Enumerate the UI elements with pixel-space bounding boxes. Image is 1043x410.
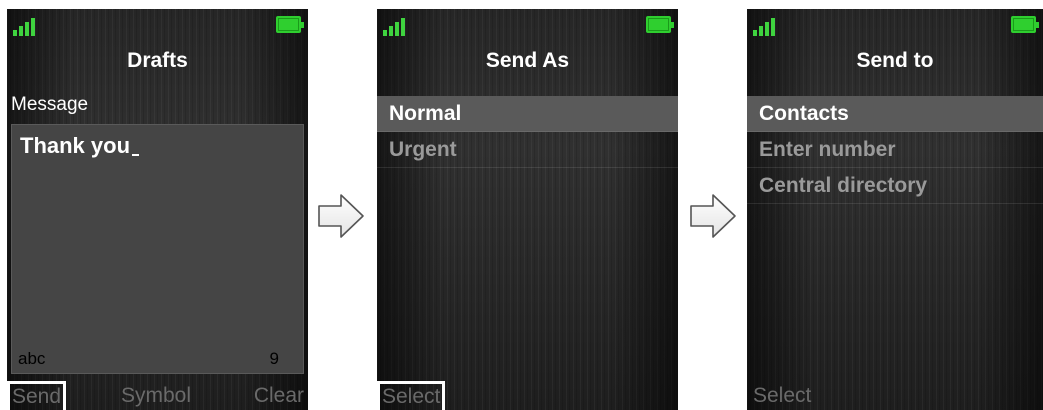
message-text: Thank you: [20, 133, 140, 159]
battery-icon: [646, 16, 674, 33]
right-arrow-icon: [318, 194, 364, 238]
select-softkey[interactable]: Select: [753, 384, 811, 408]
drafts-screen: Drafts Message Thank you abc 9 Send Symb…: [7, 9, 308, 410]
battery-icon: [1011, 16, 1039, 33]
send-as-menu: Normal Urgent: [377, 96, 678, 168]
screen-title: Drafts: [127, 49, 188, 72]
signal-strength-icon: [383, 18, 413, 36]
send-softkey[interactable]: Send: [7, 381, 67, 410]
input-mode-indicator: abc: [18, 349, 46, 368]
signal-strength-icon: [753, 18, 783, 36]
message-label: Message: [11, 94, 89, 115]
symbol-softkey[interactable]: Symbol: [121, 384, 191, 408]
menu-item-normal[interactable]: Normal: [377, 96, 678, 132]
clear-softkey[interactable]: Clear: [254, 384, 304, 408]
character-count: 9: [269, 349, 279, 368]
signal-strength-icon: [13, 18, 43, 36]
send-as-screen: Send As Normal Urgent Select: [377, 9, 678, 410]
send-to-screen: Send to Contacts Enter number Central di…: [747, 9, 1043, 410]
menu-item-enter-number[interactable]: Enter number: [747, 132, 1043, 168]
menu-item-urgent[interactable]: Urgent: [377, 132, 678, 168]
menu-item-central-directory[interactable]: Central directory: [747, 168, 1043, 204]
screen-title: Send As: [485, 49, 570, 72]
message-text-value: Thank you: [20, 133, 131, 158]
select-softkey[interactable]: Select: [377, 381, 446, 410]
text-cursor: [132, 154, 140, 156]
menu-item-contacts[interactable]: Contacts: [747, 96, 1043, 132]
message-text-area[interactable]: Thank you abc 9: [11, 124, 304, 374]
screen-title: Send to: [856, 49, 934, 72]
right-arrow-icon: [690, 194, 736, 238]
send-to-menu: Contacts Enter number Central directory: [747, 96, 1043, 204]
battery-icon: [276, 16, 304, 33]
